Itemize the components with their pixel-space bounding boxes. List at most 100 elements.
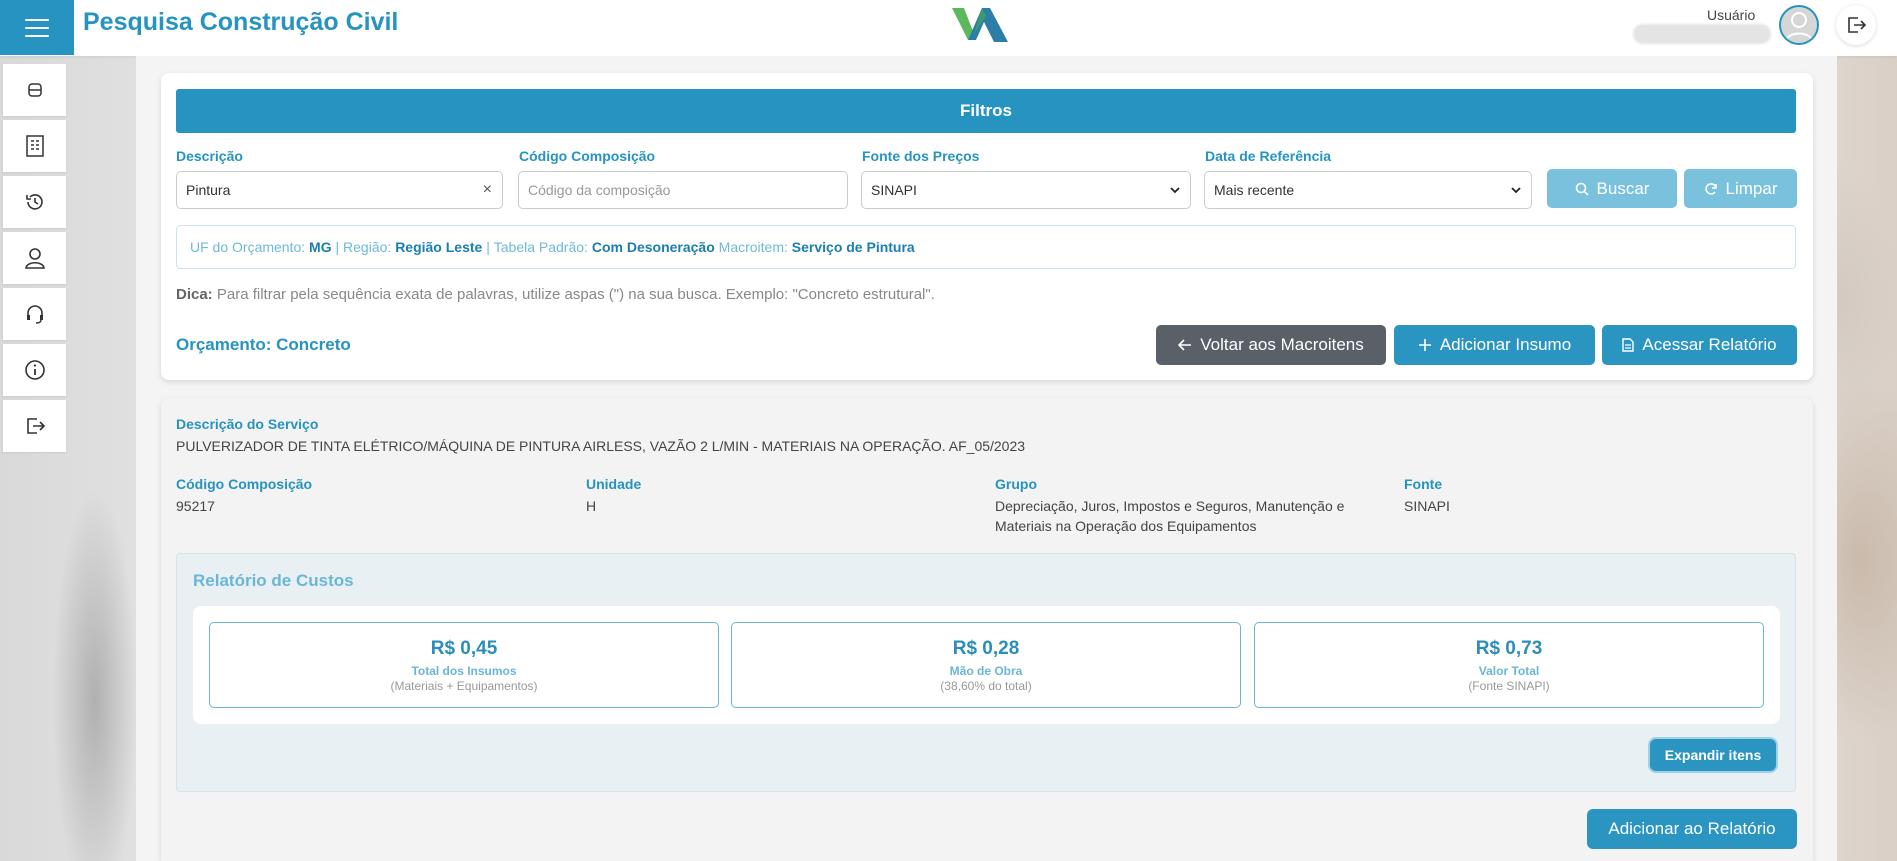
search-tip: Dica: Para filtrar pela sequência exata … <box>176 286 935 303</box>
avatar[interactable] <box>1779 5 1819 45</box>
fonte-label: Fonte dos Preços <box>862 148 980 164</box>
cost-subcaption: (Materiais + Equipamentos) <box>390 678 538 693</box>
grupo-label: Grupo <box>995 476 1037 492</box>
plus-icon <box>1418 339 1431 351</box>
fonte-value: SINAPI <box>871 182 917 198</box>
cost-subcaption: (Fonte SINAPI) <box>1468 678 1550 693</box>
user-icon <box>24 248 45 269</box>
chevron-down-icon <box>1170 187 1180 194</box>
user-label: Usuário <box>1707 7 1756 23</box>
cost-caption: Total dos Insumos <box>411 663 517 678</box>
cost-amount: R$ 0,73 <box>1475 637 1543 659</box>
sidebar-item-profile[interactable] <box>3 232 66 284</box>
menu-button[interactable] <box>0 0 74 55</box>
filters-title: Filtros <box>176 89 1796 133</box>
adicionar-insumo-button[interactable]: Adicionar Insumo <box>1394 325 1595 365</box>
fonte-value: SINAPI <box>1404 498 1450 514</box>
uf-value: MG <box>309 239 332 255</box>
data-ref-select[interactable]: Mais recente <box>1204 171 1532 209</box>
acessar-relatorio-button[interactable]: Acessar Relatório <box>1602 325 1797 365</box>
logout-button[interactable] <box>1836 5 1876 45</box>
service-desc-label: Descrição do Serviço <box>176 416 319 432</box>
grupo-value-line1: Depreciação, Juros, Impostos e Seguros, … <box>995 498 1345 514</box>
fonte-select[interactable]: SINAPI <box>861 171 1191 209</box>
cost-summary: R$ 0,45 Total dos Insumos (Materiais + E… <box>193 606 1780 724</box>
cost-amount: R$ 0,45 <box>430 637 498 659</box>
sidebar-item-logout[interactable] <box>3 400 66 452</box>
separator: | <box>482 239 494 255</box>
building-icon <box>25 135 44 157</box>
voltar-macroitens-button[interactable]: Voltar aos Macroitens <box>1156 325 1386 365</box>
expand-items-button[interactable]: Expandir itens <box>1650 739 1776 771</box>
cost-box-mao-de-obra: R$ 0,28 Mão de Obra (38,60% do total) <box>731 622 1241 708</box>
user-name <box>1633 24 1771 44</box>
sidebar-item-info[interactable] <box>3 344 66 396</box>
refresh-icon <box>1704 182 1717 195</box>
regiao-value: Região Leste <box>395 239 483 255</box>
filters-card: Filtros Descrição Pintura × Código Compo… <box>161 73 1813 380</box>
tip-label: Dica: <box>176 286 213 303</box>
sidebar <box>3 64 66 456</box>
tip-text: Para filtrar pela sequência exata de pal… <box>212 286 935 303</box>
cost-box-valor-total: R$ 0,73 Valor Total (Fonte SINAPI) <box>1254 622 1764 708</box>
adicionar-insumo-label: Adicionar Insumo <box>1439 335 1572 354</box>
logout-icon <box>1848 17 1867 33</box>
codigo-label: Código Composição <box>519 148 656 164</box>
unidade-value: H <box>586 498 597 514</box>
uf-label: UF do Orçamento: <box>190 239 310 255</box>
logout-icon <box>26 418 45 434</box>
cost-report-title: Relatório de Custos <box>193 571 354 590</box>
arrow-left-icon <box>1178 339 1192 351</box>
acessar-relatorio-label: Acessar Relatório <box>1642 335 1777 354</box>
codigo-input[interactable]: Código da composição <box>518 171 848 209</box>
database-icon <box>27 83 42 97</box>
buscar-button[interactable]: Buscar <box>1547 169 1677 208</box>
limpar-label: Limpar <box>1725 178 1778 198</box>
brand-logo <box>952 8 1008 42</box>
top-header: Pesquisa Construção Civil Usuário <box>0 0 1897 56</box>
service-desc-value: PULVERIZADOR DE TINTA ELÉTRICO/MÁQUINA D… <box>176 438 1026 454</box>
info-icon <box>24 360 45 380</box>
add-to-report-button[interactable]: Adicionar ao Relatório <box>1587 809 1797 849</box>
cost-subcaption: (38,60% do total) <box>940 678 1032 693</box>
cost-amount: R$ 0,28 <box>952 637 1020 659</box>
budget-context-bar: UF do Orçamento: MG | Região: Região Les… <box>176 225 1796 269</box>
codigo-placeholder: Código da composição <box>528 182 671 198</box>
data-ref-label: Data de Referência <box>1205 148 1332 164</box>
search-icon <box>1575 182 1589 196</box>
cost-caption: Mão de Obra <box>949 663 1023 678</box>
user-avatar-icon <box>1785 12 1813 42</box>
document-icon <box>1622 338 1635 352</box>
regiao-label: Região: <box>343 239 396 255</box>
limpar-button[interactable]: Limpar <box>1684 169 1797 208</box>
data-ref-value: Mais recente <box>1214 182 1295 198</box>
sidebar-item-support[interactable] <box>3 288 66 340</box>
cost-report-panel: Relatório de Custos R$ 0,45 Total dos In… <box>176 553 1796 792</box>
descricao-label: Descrição <box>176 148 243 164</box>
sidebar-item-history[interactable] <box>3 176 66 228</box>
codigo-composicao-label: Código Composição <box>176 476 313 492</box>
history-icon <box>25 194 43 210</box>
fonte-label: Fonte <box>1404 476 1443 492</box>
tabela-label: Tabela Padrão: <box>493 239 592 255</box>
descricao-value: Pintura <box>186 182 231 198</box>
voltar-label: Voltar aos Macroitens <box>1200 335 1364 354</box>
clear-icon[interactable]: × <box>483 181 492 199</box>
macroitem-value: Serviço de Pintura <box>791 239 915 255</box>
codigo-composicao-value: 95217 <box>176 498 215 514</box>
descricao-input[interactable]: Pintura × <box>176 171 503 209</box>
budget-title: Orçamento: Concreto <box>176 335 351 354</box>
hamburger-icon <box>25 18 49 37</box>
grupo-value-line2: Materiais na Operação dos Equipamentos <box>995 518 1257 534</box>
cost-caption: Valor Total <box>1478 663 1540 678</box>
macroitem-label: Macroitem: <box>714 239 792 255</box>
sidebar-item-budgets[interactable] <box>3 120 66 172</box>
tabela-value: Com Desoneração <box>591 239 715 255</box>
service-card: Descrição do Serviço PULVERIZADOR DE TIN… <box>161 398 1813 861</box>
unidade-label: Unidade <box>586 476 642 492</box>
chevron-down-icon <box>1511 187 1521 194</box>
headset-icon <box>26 305 43 324</box>
cost-box-insumos: R$ 0,45 Total dos Insumos (Materiais + E… <box>209 622 719 708</box>
buscar-label: Buscar <box>1596 178 1650 198</box>
sidebar-item-database[interactable] <box>3 64 66 116</box>
